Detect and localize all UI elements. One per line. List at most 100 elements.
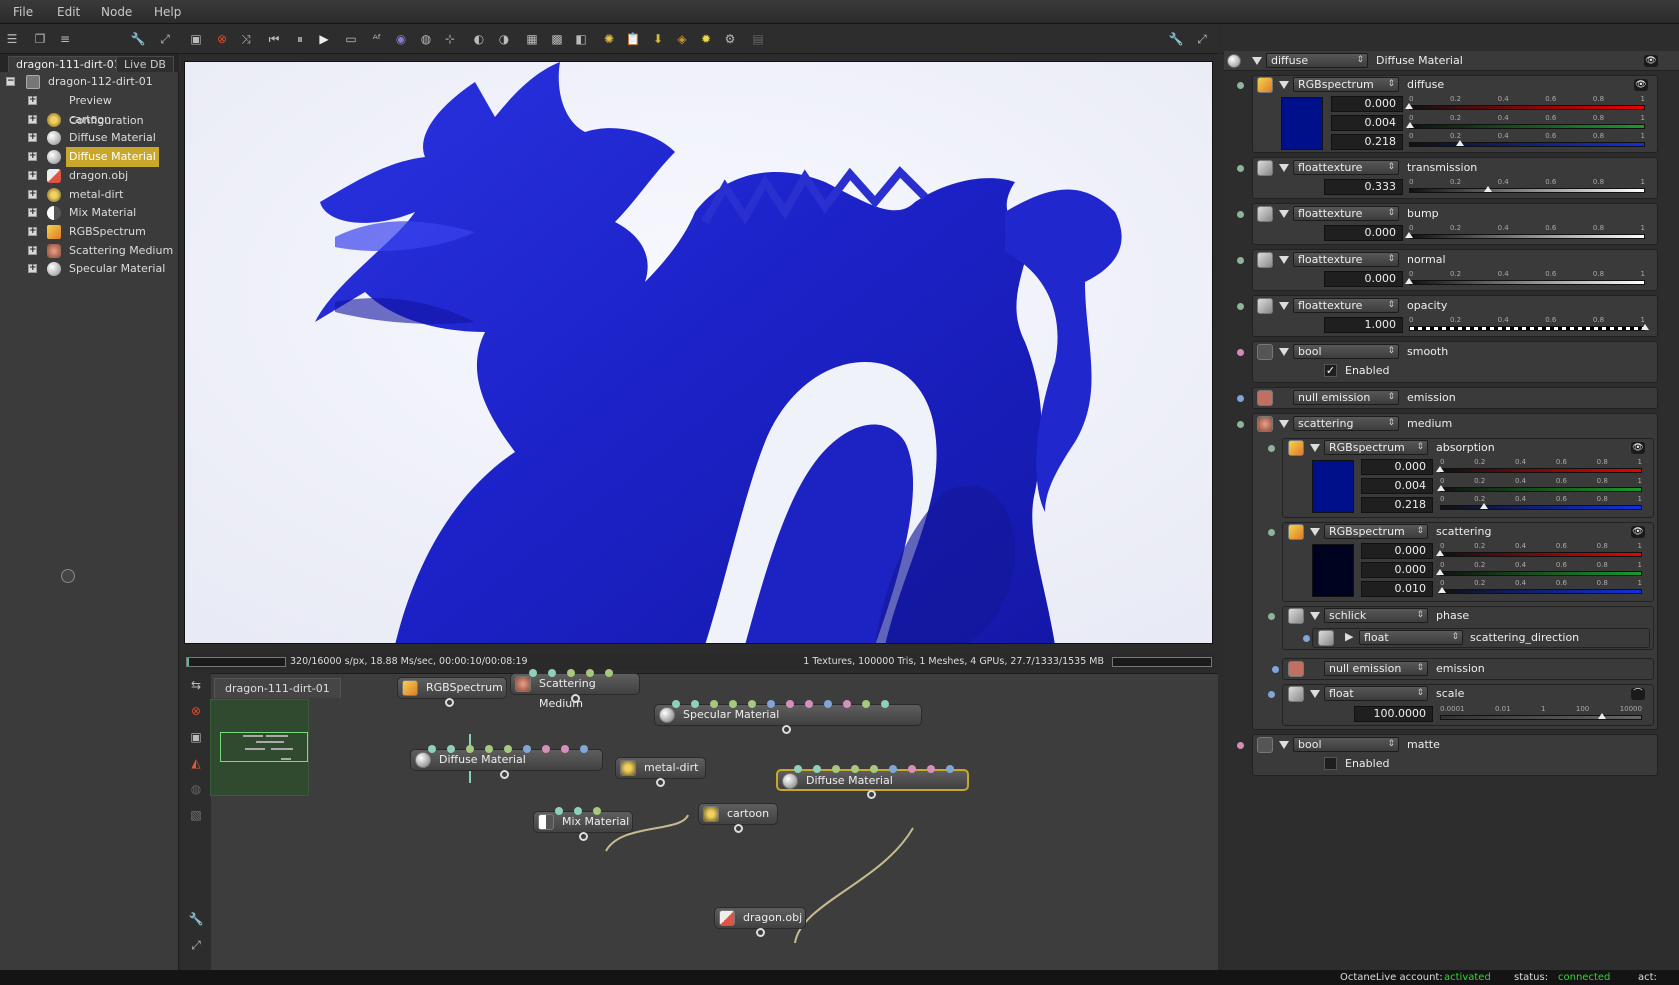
scattering-b-value[interactable]: 0.010 [1361, 581, 1433, 597]
input-pin[interactable] [548, 669, 556, 677]
input-pin[interactable] [529, 669, 537, 677]
diffuse-color-swatch[interactable] [1281, 97, 1323, 150]
bump-collapse-icon[interactable] [1279, 210, 1289, 218]
diffuse-r-value[interactable]: 0.000 [1331, 96, 1403, 112]
tree-item-specular-material[interactable]: + Specular Material [0, 259, 178, 279]
lens-icon[interactable]: ◑ [496, 31, 512, 47]
tree-item-metal-dirt[interactable]: + metal-dirt [0, 185, 178, 205]
visibility-eye-icon[interactable]: 👁 [1644, 55, 1658, 67]
emission-pin-dot[interactable] [1237, 395, 1244, 402]
diffuse-g-value[interactable]: 0.004 [1331, 115, 1403, 131]
scattering-r-slider-handle[interactable] [1436, 550, 1444, 556]
normal-pin-dot[interactable] [1237, 257, 1244, 264]
absorption-r-slider[interactable]: 0 0.2 0.4 0.6 0.8 1 [1436, 458, 1642, 474]
input-pin[interactable] [889, 765, 897, 773]
input-pin[interactable] [710, 700, 718, 708]
input-pin[interactable] [555, 807, 563, 815]
diffuse-b-value[interactable]: 0.218 [1331, 134, 1403, 150]
input-pin[interactable] [504, 745, 512, 753]
play-icon[interactable]: ▶ [316, 31, 332, 47]
expand-icon[interactable]: + [28, 114, 37, 124]
input-pin[interactable] [561, 745, 569, 753]
input-pin[interactable] [580, 745, 588, 753]
node-scatter[interactable]: Scattering Medium [510, 673, 640, 710]
input-pin[interactable] [946, 765, 954, 773]
input-pin[interactable] [466, 745, 474, 753]
node-dragon[interactable]: dragon.obj [714, 907, 806, 929]
input-pin[interactable] [691, 700, 699, 708]
transmission-type-combo[interactable]: floattexture [1293, 160, 1399, 175]
output-pin[interactable] [579, 832, 588, 841]
render-viewport[interactable] [184, 61, 1213, 644]
medium-type-combo[interactable]: scattering [1293, 416, 1399, 431]
menu-file[interactable]: File [13, 5, 33, 19]
output-pin[interactable] [756, 928, 765, 937]
tree-item-scattering-medium[interactable]: + Scattering Medium [0, 241, 178, 261]
sun-icon[interactable]: ✺ [601, 31, 617, 47]
scatdir-pin-dot[interactable] [1303, 635, 1310, 642]
output-pin[interactable] [867, 790, 876, 799]
output-pin[interactable] [734, 824, 743, 833]
white-balance-icon[interactable]: ◍ [418, 31, 434, 47]
input-pin[interactable] [586, 669, 594, 677]
light-icon[interactable]: ✹ [698, 31, 714, 47]
diffuse-type-combo[interactable]: RGBspectrum [1293, 77, 1399, 92]
absorption-g-slider[interactable]: 0 0.2 0.4 0.6 0.8 1 [1436, 477, 1642, 493]
bump-value[interactable]: 0.000 [1324, 225, 1403, 241]
dof-icon[interactable]: ⊹ [442, 31, 458, 47]
grid-icon[interactable]: ▦ [524, 31, 540, 47]
transmission-slider-handle[interactable] [1483, 186, 1492, 192]
opacity-pin-dot[interactable] [1237, 303, 1244, 310]
output-pin[interactable] [571, 694, 580, 703]
tree-item-diffuse-material[interactable]: + Diffuse Material [0, 128, 178, 148]
input-pin[interactable] [794, 765, 802, 773]
scale-collapse-icon[interactable] [1310, 690, 1320, 698]
collapse-icon[interactable]: − [6, 77, 15, 86]
normal-type-combo[interactable]: floattexture [1293, 252, 1399, 267]
pause-icon[interactable]: ⏸ [292, 31, 308, 47]
lock-icon[interactable]: ▤ [750, 31, 766, 47]
input-pin[interactable] [567, 669, 575, 677]
scattering-g-slider[interactable]: 0 0.2 0.4 0.6 0.8 1 [1436, 561, 1642, 577]
region-icon[interactable]: ▭ [343, 31, 359, 47]
tree-item-dragon-obj[interactable]: + dragon.obj [0, 166, 178, 186]
input-pin[interactable] [870, 765, 878, 773]
collapse-triangle-icon[interactable] [1252, 57, 1262, 65]
tree-item-diffuse-material[interactable]: + Diffuse Material [0, 147, 178, 168]
input-pin[interactable] [824, 700, 832, 708]
input-pin[interactable] [748, 700, 756, 708]
emission-type-combo[interactable]: null emission [1293, 390, 1399, 405]
node-rgb[interactable]: RGBSpectrum [397, 677, 507, 699]
expand-icon[interactable]: + [28, 245, 37, 255]
diffuse-g-slider[interactable]: 0 0.2 0.4 0.6 0.8 1 [1405, 114, 1645, 130]
diffuse-collapse-icon[interactable] [1279, 81, 1289, 89]
input-pin[interactable] [593, 807, 601, 815]
bump-slider[interactable]: 0 0.2 0.4 0.6 0.8 1 [1405, 224, 1645, 240]
bump-slider-handle[interactable] [1405, 232, 1413, 238]
scattering-pin-dot[interactable] [1268, 529, 1275, 536]
node-metal[interactable]: metal-dirt [615, 757, 706, 779]
medium-emission-pin-dot[interactable] [1272, 666, 1279, 673]
input-pin[interactable] [447, 745, 455, 753]
input-pin[interactable] [729, 700, 737, 708]
smooth-type-combo[interactable]: bool [1293, 344, 1399, 359]
save-render-icon[interactable]: ▣ [188, 31, 204, 47]
tree-item-mix-material[interactable]: + Mix Material [0, 203, 178, 223]
diffuse-eye-icon[interactable]: 👁 [1634, 79, 1648, 91]
diffuse-pin-dot[interactable] [1237, 82, 1244, 89]
scale-slider[interactable]: 0.0001 0.01 1 100 10000 [1440, 705, 1642, 721]
opacity-type-combo[interactable]: floattexture [1293, 298, 1399, 313]
scale-curve-icon[interactable]: ⌒ [1631, 688, 1645, 700]
scale-slider-handle[interactable] [1597, 713, 1606, 719]
scale-type-combo[interactable]: float [1324, 686, 1428, 701]
input-pin[interactable] [523, 745, 531, 753]
diffuse-b-slider-handle[interactable] [1456, 140, 1465, 146]
node-mix[interactable]: Mix Material [533, 811, 633, 833]
input-pin[interactable] [786, 700, 794, 708]
scattering-r-slider[interactable]: 0 0.2 0.4 0.6 0.8 1 [1436, 542, 1642, 558]
normal-value[interactable]: 0.000 [1324, 271, 1403, 287]
tree-item-preview-configuration[interactable]: + Preview Configuration [0, 91, 178, 127]
absorption-collapse-icon[interactable] [1310, 444, 1320, 452]
viewport-wrench-icon[interactable]: 🔧 [1168, 31, 1184, 47]
matte-type-combo[interactable]: bool [1293, 737, 1399, 752]
